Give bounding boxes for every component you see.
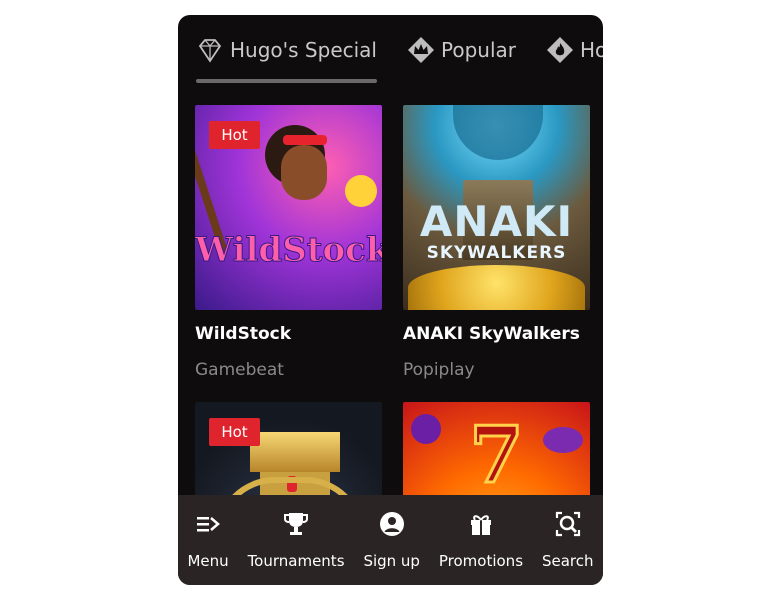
search-icon — [555, 511, 580, 537]
game-thumbnail[interactable]: WildStock Hot — [195, 105, 382, 310]
hot-badge: Hot — [209, 121, 260, 149]
flame-icon — [546, 37, 573, 63]
trophy-icon — [284, 513, 309, 535]
hot-badge: Hot — [209, 418, 260, 446]
crown-icon — [407, 37, 434, 63]
gift-icon — [470, 515, 491, 535]
game-logo: WildStock — [195, 230, 382, 271]
nav-tournaments[interactable]: Tournaments — [248, 510, 345, 570]
game-provider: Gamebeat — [195, 360, 284, 380]
nav-label: Promotions — [438, 552, 524, 570]
nav-label: Search — [541, 552, 594, 570]
lucky-seven: 7 — [468, 409, 525, 503]
game-provider: Popiplay — [403, 360, 475, 380]
nav-label: Menu — [187, 552, 229, 570]
active-tab-indicator — [196, 79, 377, 83]
nav-menu[interactable]: Menu — [187, 510, 229, 570]
nav-sign-up[interactable]: Sign up — [363, 510, 420, 570]
game-logo-subtitle: SKYWALKERS — [426, 243, 567, 263]
nav-search[interactable]: Search — [541, 510, 594, 570]
nav-promotions[interactable]: Promotions — [439, 510, 523, 570]
nav-label: Sign up — [363, 552, 420, 570]
character-face — [281, 145, 327, 200]
game-logo: ANAKI — [419, 197, 574, 246]
category-tabs: Hugo's Special Popular Hot — [178, 15, 603, 85]
menu-icon — [197, 517, 220, 532]
diamond-icon — [198, 39, 222, 63]
smiley-coin — [345, 175, 377, 207]
tab-popular[interactable]: Popular — [405, 15, 516, 85]
user-icon — [379, 512, 404, 536]
tab-label: Popular — [440, 38, 516, 62]
portal-swirl — [453, 105, 543, 160]
gold-coins — [408, 265, 585, 310]
tab-hot[interactable]: Hot — [544, 15, 603, 85]
tab-label: Hugo's Special — [230, 38, 377, 62]
headband — [283, 135, 327, 145]
tab-label: Hot — [579, 38, 603, 62]
game-card[interactable]: ANAKI SKYWALKERS ANAKI SkyWalkers Popipl… — [403, 105, 590, 380]
golden-temple-roof — [250, 432, 340, 472]
game-thumbnail[interactable]: ANAKI SKYWALKERS — [403, 105, 590, 310]
game-card[interactable]: WildStock Hot WildStock Gamebeat — [195, 105, 382, 380]
bottom-navigation: Menu Tournaments Sign up Promotions Sear… — [178, 495, 603, 585]
game-title[interactable]: WildStock — [195, 324, 382, 344]
app-frame: Hugo's Special Popular Hot — [178, 15, 603, 585]
nav-label: Tournaments — [247, 552, 345, 570]
tab-hugos-special[interactable]: Hugo's Special — [194, 15, 377, 85]
game-title[interactable]: ANAKI SkyWalkers — [403, 324, 590, 344]
